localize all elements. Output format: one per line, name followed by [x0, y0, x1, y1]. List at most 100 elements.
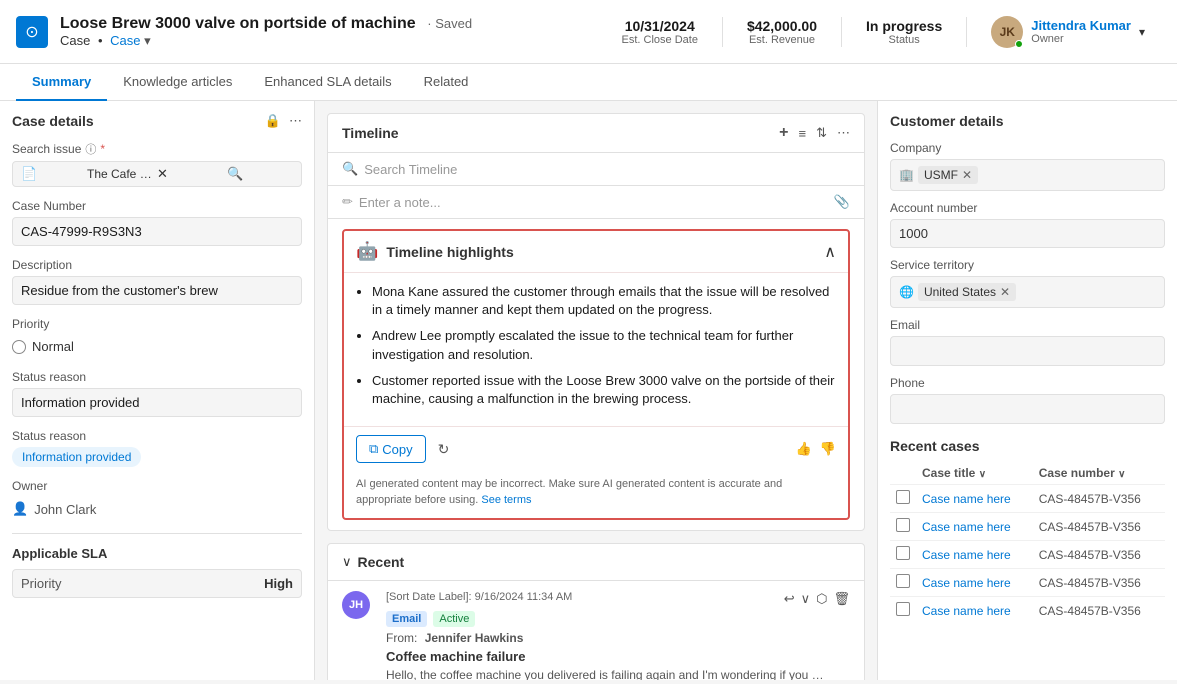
- filter-icon[interactable]: ≡: [799, 126, 807, 141]
- owner-section[interactable]: JK Jittendra Kumar Owner ▾: [991, 16, 1145, 48]
- meta-divider-1: [722, 17, 723, 47]
- recent-header[interactable]: ∨ Recent: [328, 544, 864, 581]
- delete-icon[interactable]: 🗑: [833, 591, 850, 607]
- table-row: Case name here CAS-48457B-V356: [890, 597, 1165, 625]
- highlights-title: Timeline highlights: [386, 244, 513, 260]
- email-subject: Coffee machine failure: [386, 649, 850, 664]
- case-link-3[interactable]: Case name here: [922, 548, 1011, 562]
- note-input-area[interactable]: ✏ Enter a note... 📎: [328, 186, 864, 219]
- search-issue-field: Search issue ⓘ * 📄 The Cafe S-100 Semiau…: [12, 141, 302, 187]
- case-link-4[interactable]: Case name here: [922, 576, 1011, 590]
- table-row: Case name here CAS-48457B-V356: [890, 541, 1165, 569]
- tab-sla[interactable]: Enhanced SLA details: [248, 64, 407, 101]
- case-details-title: Case details: [12, 113, 94, 129]
- tab-summary[interactable]: Summary: [16, 64, 107, 101]
- case-link-5[interactable]: Case name here: [922, 604, 1011, 618]
- case-checkbox-2[interactable]: [896, 518, 910, 532]
- highlight-item-1: Mona Kane assured the customer through e…: [372, 283, 836, 319]
- see-terms-link[interactable]: See terms: [481, 494, 531, 506]
- revenue-meta: $42,000.00 Est. Revenue: [747, 18, 817, 46]
- sla-priority-row: Priority High: [12, 569, 302, 598]
- description-value: Residue from the customer's brew: [12, 276, 302, 305]
- copy-label: Copy: [382, 442, 412, 457]
- case-link-2[interactable]: Case name here: [922, 520, 1011, 534]
- lock-icon[interactable]: 🔒: [265, 113, 281, 129]
- status-reason-field2: Status reason Information provided: [12, 429, 302, 467]
- copilot-icon: 🤖: [356, 241, 378, 262]
- status-label: Status: [866, 34, 942, 46]
- case-checkbox-3[interactable]: [896, 546, 910, 560]
- meta-section: 10/31/2024 Est. Close Date $42,000.00 Es…: [622, 16, 1145, 48]
- copy-button[interactable]: ⧉ Copy: [356, 435, 426, 463]
- case-number-value: CAS-47999-R9S3N3: [12, 217, 302, 246]
- priority-radio-button[interactable]: [12, 340, 26, 354]
- case-number-label: Case Number: [12, 199, 302, 213]
- case-number-5: CAS-48457B-V356: [1033, 597, 1165, 625]
- attachment-icon[interactable]: 📎: [834, 194, 850, 210]
- email-from: From: Jennifer Hawkins: [386, 631, 850, 645]
- territory-tag: United States ✕: [918, 283, 1016, 301]
- case-details-header: Case details 🔒 ⋯: [12, 113, 302, 129]
- search-icon[interactable]: 🔍: [227, 166, 293, 182]
- breadcrumb-case1: Case: [60, 33, 90, 48]
- case-checkbox-4[interactable]: [896, 574, 910, 588]
- search-timeline-bar[interactable]: 🔍 Search Timeline: [328, 153, 864, 186]
- refresh-icon[interactable]: ↻: [434, 437, 454, 462]
- status-reason-label2: Status reason: [12, 429, 302, 443]
- forward-icon[interactable]: ⬡: [816, 591, 827, 607]
- clear-search-icon[interactable]: ✕: [157, 166, 223, 182]
- middle-panel: Timeline + ≡ ⇅ ⋯ 🔍 Search Timeline ✏ Ent…: [315, 101, 877, 680]
- copy-icon: ⧉: [369, 441, 378, 457]
- close-date-meta: 10/31/2024 Est. Close Date: [622, 18, 698, 46]
- owner-value-display: 👤 John Clark: [12, 497, 302, 521]
- email-value[interactable]: [890, 336, 1165, 366]
- more-actions-icon[interactable]: ∨: [801, 591, 811, 607]
- thumbdown-icon[interactable]: 👎: [820, 441, 836, 457]
- thumbup-icon[interactable]: 👍: [796, 441, 812, 457]
- phone-value[interactable]: [890, 394, 1165, 424]
- search-issue-input[interactable]: 📄 The Cafe S-100 Semiautomatic has air b…: [12, 161, 302, 187]
- tab-related[interactable]: Related: [408, 64, 485, 101]
- case-checkbox-5[interactable]: [896, 602, 910, 616]
- company-remove-icon[interactable]: ✕: [962, 168, 972, 182]
- sort-icon[interactable]: ⇅: [816, 125, 827, 141]
- reply-icon[interactable]: ↩: [784, 591, 795, 607]
- meta-divider-2: [841, 17, 842, 47]
- case-checkbox-header: [890, 462, 916, 485]
- app-icon: ⊙: [16, 16, 48, 48]
- table-row: Case name here CAS-48457B-V356: [890, 485, 1165, 513]
- file-icon: 📄: [21, 166, 87, 182]
- collapse-icon[interactable]: ∧: [824, 242, 836, 262]
- recent-cases-table: Case title ∨ Case number ∨ Case name her…: [890, 462, 1165, 624]
- top-bar: ⊙ Loose Brew 3000 valve on portside of m…: [0, 0, 1177, 64]
- case-title-header[interactable]: Case title ∨: [916, 462, 1033, 485]
- more-icon[interactable]: ⋯: [837, 125, 850, 141]
- revenue-label: Est. Revenue: [747, 34, 817, 46]
- timeline-highlights-box: 🤖 Timeline highlights ∧ Mona Kane assure…: [342, 229, 850, 520]
- territory-remove-icon[interactable]: ✕: [1000, 285, 1010, 299]
- more-options-icon[interactable]: ⋯: [289, 113, 302, 129]
- highlights-header: 🤖 Timeline highlights ∧: [344, 231, 848, 273]
- case-link-1[interactable]: Case name here: [922, 492, 1011, 506]
- breadcrumb-case2[interactable]: Case: [110, 33, 140, 48]
- breadcrumb-chevron[interactable]: ▾: [144, 33, 151, 48]
- owner-label: Owner: [12, 479, 302, 493]
- owner-chevron-down-icon[interactable]: ▾: [1139, 25, 1145, 39]
- company-field: Company 🏢 USMF ✕: [890, 141, 1165, 191]
- recent-title: Recent: [358, 554, 405, 570]
- phone-field: Phone: [890, 376, 1165, 424]
- add-icon[interactable]: +: [779, 124, 788, 142]
- sender-avatar: JH: [342, 591, 370, 619]
- online-indicator: [1015, 40, 1023, 48]
- pencil-icon: ✏: [342, 194, 353, 210]
- case-number-header[interactable]: Case number ∨: [1033, 462, 1165, 485]
- table-row: Case name here CAS-48457B-V356: [890, 569, 1165, 597]
- panel-header-actions: 🔒 ⋯: [265, 113, 302, 129]
- company-tag-value: USMF: [924, 168, 958, 182]
- tab-knowledge[interactable]: Knowledge articles: [107, 64, 248, 101]
- account-value: 1000: [890, 219, 1165, 248]
- priority-radio-group: Normal: [12, 335, 302, 358]
- case-checkbox-1[interactable]: [896, 490, 910, 504]
- breadcrumb-dot: •: [98, 33, 103, 48]
- highlights-footer: ⧉ Copy ↻ 👍 👎: [344, 426, 848, 471]
